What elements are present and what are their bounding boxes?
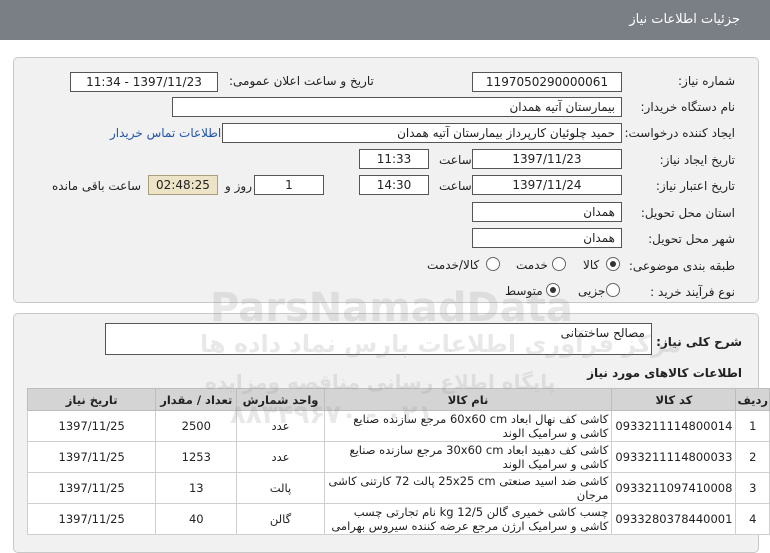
column-header-date: تاریخ نیاز	[26, 388, 157, 411]
cell-name: چسب کاشی خمیری گالن 12/5 kg نام تجارتی چ…	[323, 503, 613, 535]
cell-name: کاشی ضد اسید صنعتی 25x25 cm پالت 72 کارت…	[323, 472, 613, 504]
cell-index: 2	[735, 441, 770, 473]
category-option-goods-service: کالا/خدمت	[427, 258, 480, 272]
cell-unit: گالن	[236, 503, 325, 535]
buyer-contact-link[interactable]: اطلاعات تماس خریدار	[110, 126, 221, 140]
category-radio-goods-service[interactable]	[486, 257, 500, 271]
table-row: 1 0933211114800014 کاشی کف نهال ابعاد 60…	[26, 410, 770, 442]
category-radio-service[interactable]	[552, 257, 566, 271]
days-field: 1	[254, 175, 324, 195]
requester-field: حمید چلوئیان کارپرداز بیمارستان آتیه همد…	[222, 123, 622, 143]
table-row: 2 0933211114800033 کاشی کف دهبید ابعاد 3…	[26, 441, 770, 473]
announce-label: تاریخ و ساعت اعلان عمومی:	[229, 74, 374, 88]
cell-date: 1397/11/25	[26, 410, 157, 442]
cell-date: 1397/11/25	[26, 472, 157, 504]
table-header-row: ردیف کد کالا نام کالا واحد شمارش تعداد /…	[26, 388, 770, 411]
process-label: نوع فرآیند خرید :	[650, 285, 735, 299]
summary-field: مصالح ساختمانی	[105, 323, 652, 355]
remaining-label: ساعت باقی مانده	[52, 179, 142, 193]
cell-quantity: 40	[155, 503, 238, 535]
process-option-medium: متوسط	[505, 284, 543, 298]
cell-unit: عدد	[236, 441, 325, 473]
cell-code: 0933211097410008	[611, 472, 737, 504]
cell-index: 3	[735, 472, 770, 504]
column-header-quantity: تعداد / مقدار	[155, 388, 238, 411]
need-number-label: شماره نیاز:	[678, 74, 735, 88]
cell-quantity: 13	[155, 472, 238, 504]
buyer-org-label: نام دستگاه خریدار:	[640, 100, 736, 114]
remaining-time-field: 02:48:25	[148, 175, 218, 195]
category-radio-goods[interactable]	[606, 257, 620, 271]
buyer-org-field: بیمارستان آتیه همدان	[172, 97, 622, 117]
goods-table: ردیف کد کالا نام کالا واحد شمارش تعداد /…	[26, 388, 770, 535]
validity-time-label: ساعت	[439, 179, 472, 193]
cell-code: 0933211114800014	[611, 410, 737, 442]
column-header-name: نام کالا	[323, 388, 613, 411]
column-header-code: کد کالا	[611, 388, 737, 411]
cell-code: 0933280378440001	[611, 503, 737, 535]
city-label: شهر محل تحویل:	[648, 232, 735, 246]
cell-unit: عدد	[236, 410, 325, 442]
table-row: 4 0933280378440001 چسب کاشی خمیری گالن 1…	[26, 503, 770, 535]
days-label: روز و	[225, 179, 252, 193]
cell-quantity: 2500	[155, 410, 238, 442]
validity-time-field: 14:30	[359, 175, 429, 195]
page-title: جزئیات اطلاعات نیاز	[629, 12, 740, 27]
created-date-label: تاریخ ایجاد نیاز:	[659, 153, 735, 167]
cell-name: کاشی کف دهبید ابعاد 30x60 cm مرجع سازنده…	[323, 441, 613, 473]
process-radio-medium[interactable]	[546, 283, 560, 297]
summary-label: شرح کلی نیاز:	[656, 335, 742, 349]
cell-quantity: 1253	[155, 441, 238, 473]
category-option-service: خدمت	[516, 258, 548, 272]
requester-label: ایجاد کننده درخواست:	[624, 126, 735, 140]
cell-date: 1397/11/25	[26, 503, 157, 535]
validity-date-field: 1397/11/24	[472, 175, 622, 195]
created-time-label: ساعت	[439, 153, 472, 167]
column-header-index: ردیف	[735, 388, 770, 411]
validity-date-label: تاریخ اعتبار نیاز:	[655, 179, 735, 193]
table-row: 3 0933211097410008 کاشی ضد اسید صنعتی 25…	[26, 472, 770, 504]
cell-name: کاشی کف نهال ابعاد 60x60 cm مرجع سازنده …	[323, 410, 613, 442]
created-date-field: 1397/11/23	[472, 149, 622, 169]
goods-section-title: اطلاعات کالاهای مورد نیاز	[587, 366, 742, 380]
cell-code: 0933211114800033	[611, 441, 737, 473]
page-header: جزئیات اطلاعات نیاز	[0, 0, 770, 40]
category-label: طبقه بندی موضوعی:	[628, 259, 735, 273]
created-time-field: 11:33	[359, 149, 429, 169]
cell-date: 1397/11/25	[26, 441, 157, 473]
category-option-goods: کالا	[583, 258, 600, 272]
process-option-minor: جزیی	[578, 284, 606, 298]
cell-index: 1	[735, 410, 770, 442]
city-field: همدان	[472, 228, 622, 248]
province-label: استان محل تحویل:	[640, 206, 735, 220]
need-number-field: 1197050290000061	[472, 72, 622, 92]
cell-unit: پالت	[236, 472, 325, 504]
column-header-unit: واحد شمارش	[236, 388, 325, 411]
announce-datetime-field: 1397/11/23 - 11:34	[70, 72, 218, 92]
cell-index: 4	[735, 503, 770, 535]
province-field: همدان	[472, 202, 622, 222]
process-radio-minor[interactable]	[606, 283, 620, 297]
